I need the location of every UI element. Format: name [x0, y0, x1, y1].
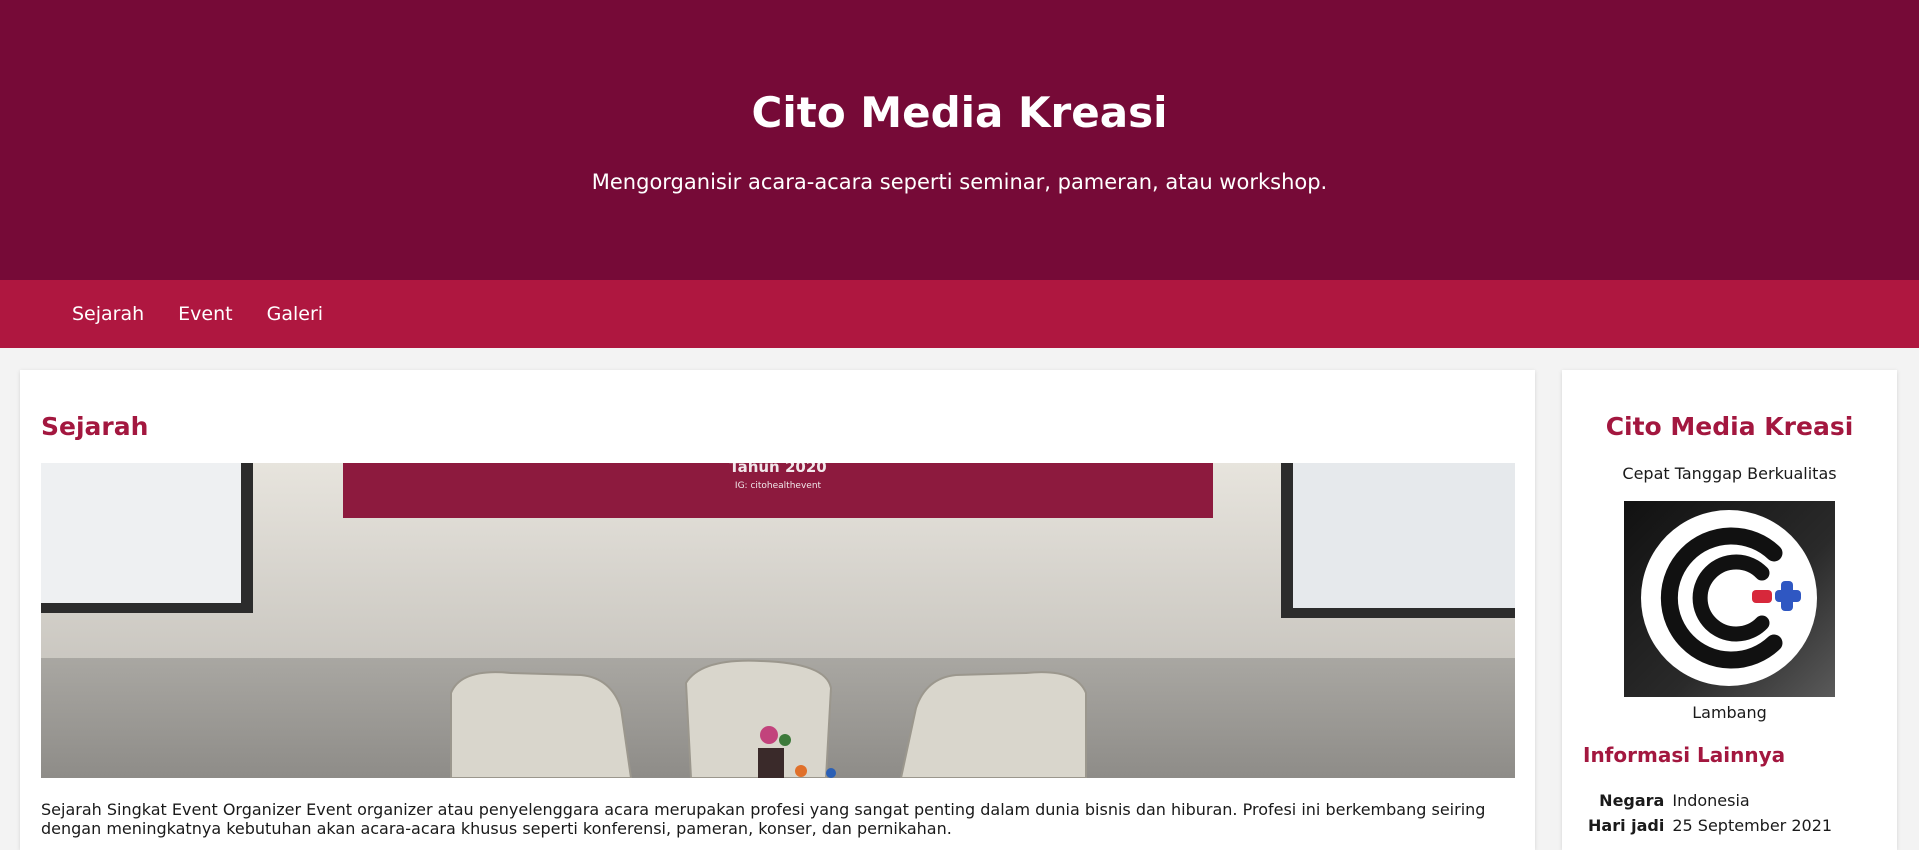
history-text: Sejarah Singkat Event Organizer Event or…	[41, 800, 1486, 838]
nav-item-sejarah[interactable]: Sejarah	[72, 303, 144, 325]
sidebar-tagline: Cepat Tanggap Berkualitas	[1622, 464, 1837, 483]
info-title: Informasi Lainnya	[1583, 743, 1786, 767]
site-tagline: Mengorganisir acara-acara seperti semina…	[591, 170, 1328, 194]
history-photo: Tahun 2020 IG: citohealthevent	[41, 463, 1515, 778]
logo-caption: Lambang	[1692, 703, 1767, 722]
info-key: Negara	[1599, 791, 1665, 810]
info-value: 25 September 2021	[1672, 816, 1833, 835]
main-nav: Sejarah Event Galeri	[0, 280, 1919, 348]
nav-item-event[interactable]: Event	[178, 303, 232, 325]
section-title: Sejarah	[41, 412, 149, 441]
info-key: Hari jadi	[1588, 816, 1665, 835]
sidebar-title: Cito Media Kreasi	[1605, 412, 1854, 441]
info-value: Indonesia	[1672, 791, 1750, 810]
info-row: Negara Indonesia	[1584, 788, 1836, 813]
sidebar-card: Cito Media Kreasi Cepat Tanggap Berkuali…	[1562, 370, 1897, 850]
logo-emblem-icon	[1641, 510, 1817, 686]
photo-banner-text: Tahun 2020	[729, 463, 826, 476]
photo-banner-handle: IG: citohealthevent	[735, 481, 822, 491]
site-title: Cito Media Kreasi	[751, 88, 1168, 137]
info-table: Negara Indonesia Hari jadi 25 September …	[1584, 788, 1836, 838]
site-header: Cito Media Kreasi Mengorganisir acara-ac…	[0, 0, 1919, 280]
company-logo	[1624, 501, 1835, 697]
info-row: Hari jadi 25 September 2021	[1584, 813, 1836, 838]
main-content-card: Sejarah Tahun 2020 IG: citohealthevent S…	[20, 370, 1535, 850]
nav-item-galeri[interactable]: Galeri	[267, 303, 323, 325]
history-photo-illustration: Tahun 2020 IG: citohealthevent	[41, 463, 1515, 778]
